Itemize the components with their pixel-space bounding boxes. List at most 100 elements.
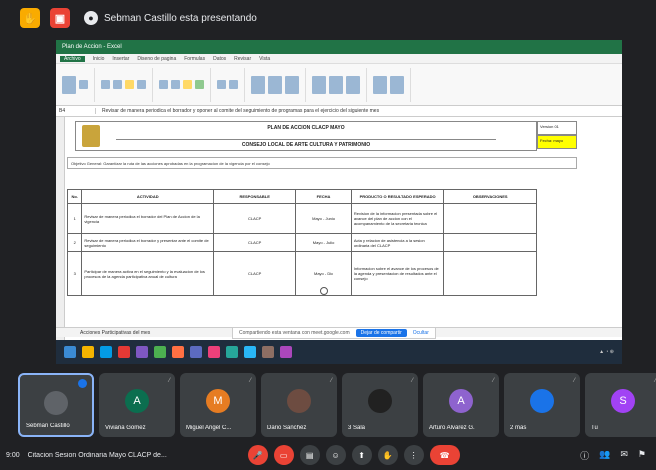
word-icon[interactable] [190, 346, 202, 358]
app-icon[interactable] [280, 346, 292, 358]
participant-tile[interactable]: ⁄ Dario Sanchez [261, 373, 337, 437]
cell-observaciones[interactable] [443, 203, 537, 234]
bold-icon[interactable] [101, 80, 110, 89]
insert-cells-icon[interactable] [312, 75, 326, 94]
avatar: A [449, 389, 473, 413]
hide-banner-button[interactable]: Ocultar [413, 330, 429, 336]
percent-icon[interactable] [229, 80, 238, 89]
cell-num[interactable]: 1 [66, 203, 83, 234]
cell-actividad[interactable]: Revisar de manera periodica el borrador … [81, 203, 215, 234]
cell-producto[interactable]: Informacion sobre el avance de los proce… [350, 251, 445, 296]
captions-button[interactable]: ▤ [299, 445, 320, 465]
merge-icon[interactable] [195, 80, 204, 89]
tab-insertar[interactable]: Insertar [112, 56, 129, 62]
system-tray[interactable]: ▲ ◔ ⊕ [599, 349, 614, 355]
delete-cells-icon[interactable] [329, 75, 343, 94]
excel-icon[interactable] [154, 346, 166, 358]
chrome-icon[interactable] [118, 346, 130, 358]
align-center-icon[interactable] [171, 80, 180, 89]
tab-inicio[interactable]: Inicio [93, 56, 105, 62]
participant-tile[interactable]: ⁄ 2 mas [504, 373, 580, 437]
cell-producto[interactable]: Revision de la informacion presentada so… [350, 203, 445, 234]
table-format-icon[interactable] [268, 75, 282, 94]
cell-producto[interactable]: Acta y relacion de asistencia a la sesio… [350, 233, 445, 252]
fill-color-icon[interactable] [125, 80, 134, 89]
participant-tile[interactable]: ⁄ 3 Sala [342, 373, 418, 437]
conditional-format-icon[interactable] [251, 75, 265, 94]
tab-diseno[interactable]: Diseno de pagina [137, 56, 176, 62]
number-format-icon[interactable] [217, 80, 226, 89]
cell-responsable[interactable]: CLACP [213, 251, 297, 296]
cell-actividad[interactable]: Participar de manera activa en el seguim… [81, 251, 215, 296]
tab-vista[interactable]: Vista [259, 56, 270, 62]
objective-row[interactable]: Objetivo General: Garantizar la ruta de … [67, 157, 577, 169]
formula-input[interactable]: Revisar de manera periodica el borrador … [96, 108, 379, 114]
activities-icon[interactable]: ⚑ [638, 449, 646, 462]
app-icon[interactable] [262, 346, 274, 358]
wrap-text-icon[interactable] [183, 80, 192, 89]
col-observaciones[interactable]: OBSERVACIONES [443, 189, 537, 204]
participant-tile[interactable]: ⁄ A Arturo Alvarez G. [423, 373, 499, 437]
emoji-button[interactable]: ☺ [325, 445, 346, 465]
table-header-row: No. ACTIVIDAD RESPONSABLE FECHA PRODUCTO… [66, 189, 537, 204]
format-cells-icon[interactable] [346, 75, 360, 94]
col-fecha[interactable]: FECHA [295, 189, 352, 204]
app-icon[interactable] [226, 346, 238, 358]
app-icon[interactable] [208, 346, 220, 358]
people-icon[interactable]: 👥 [599, 449, 610, 462]
tab-revisar[interactable]: Revisar [234, 56, 251, 62]
sort-filter-icon[interactable] [373, 75, 387, 94]
cell-num[interactable]: 2 [66, 233, 83, 252]
cell-responsable[interactable]: CLACP [213, 233, 297, 252]
participant-tile[interactable]: ⁄ M Miguel Angel C... [180, 373, 256, 437]
meeting-name[interactable]: Citacion Sesion Ordinaria Mayo CLACP de.… [28, 452, 178, 459]
cell-observaciones[interactable] [443, 251, 537, 296]
participant-tile[interactable]: ⁄ S Tu [585, 373, 656, 437]
camera-toggle-button[interactable]: ▭ [273, 445, 294, 465]
more-options-button[interactable]: ⋮ [403, 445, 424, 465]
cell-styles-icon[interactable] [285, 75, 299, 94]
participant-tile[interactable]: Sebman Castillo [18, 373, 94, 437]
file-explorer-icon[interactable] [82, 346, 94, 358]
powerpoint-icon[interactable] [172, 346, 184, 358]
stop-sharing-button[interactable]: Dejar de compartir [355, 329, 407, 337]
participant-tile[interactable]: ⁄ A Viviana Gomez [99, 373, 175, 437]
cell-observaciones[interactable] [443, 233, 537, 252]
tab-formulas[interactable]: Formulas [184, 56, 205, 62]
col-actividad[interactable]: ACTIVIDAD [81, 189, 215, 204]
leave-call-button[interactable]: ☎ [429, 445, 460, 465]
highlighted-cell[interactable]: Fecha: mayo [537, 135, 577, 149]
italic-icon[interactable] [113, 80, 122, 89]
cell-actividad[interactable]: Revisar de manera periodica el borrador … [81, 233, 215, 252]
find-icon[interactable] [390, 75, 404, 94]
info-icon[interactable]: ⓘ [580, 449, 589, 462]
tab-datos[interactable]: Datos [213, 56, 226, 62]
font-color-icon[interactable] [137, 80, 146, 89]
chat-icon[interactable]: ✉ [620, 449, 628, 462]
raise-hand-button[interactable]: ✋ [377, 445, 398, 465]
app-icon[interactable] [244, 346, 256, 358]
col-num[interactable]: No. [66, 189, 83, 204]
cut-icon[interactable] [79, 80, 88, 89]
worksheet[interactable]: PLAN DE ACCION CLACP MAYO CONSEJO LOCAL … [64, 117, 622, 347]
windows-start-icon[interactable] [64, 346, 76, 358]
present-icon[interactable]: ▣ [50, 8, 70, 28]
cell-fecha[interactable]: Mayo - Junio [295, 203, 352, 234]
paste-icon[interactable] [62, 75, 76, 94]
mic-toggle-button[interactable]: 🎤 [247, 445, 268, 465]
onenote-icon[interactable] [136, 346, 148, 358]
name-box[interactable]: B4 [56, 108, 96, 114]
side-controls: ⓘ 👥 ✉ ⚑ [580, 449, 646, 462]
col-responsable[interactable]: RESPONSABLE [213, 189, 297, 204]
cell-fecha[interactable]: Mayo - Julio [295, 233, 352, 252]
version-cell[interactable]: Version 01 [537, 121, 577, 135]
hand-icon[interactable]: ✋ [20, 8, 40, 28]
cell-responsable[interactable]: CLACP [213, 203, 297, 234]
present-screen-button[interactable]: ⬆ [351, 445, 372, 465]
cell-num[interactable]: 3 [66, 251, 83, 296]
col-producto[interactable]: PRODUCTO O RESULTADO ESPERADO [350, 189, 445, 204]
edge-icon[interactable] [100, 346, 112, 358]
align-left-icon[interactable] [159, 80, 168, 89]
sheet-tab[interactable]: Acciones Participativas del mes [80, 330, 150, 336]
tab-archivo[interactable]: Archivo [60, 55, 85, 62]
